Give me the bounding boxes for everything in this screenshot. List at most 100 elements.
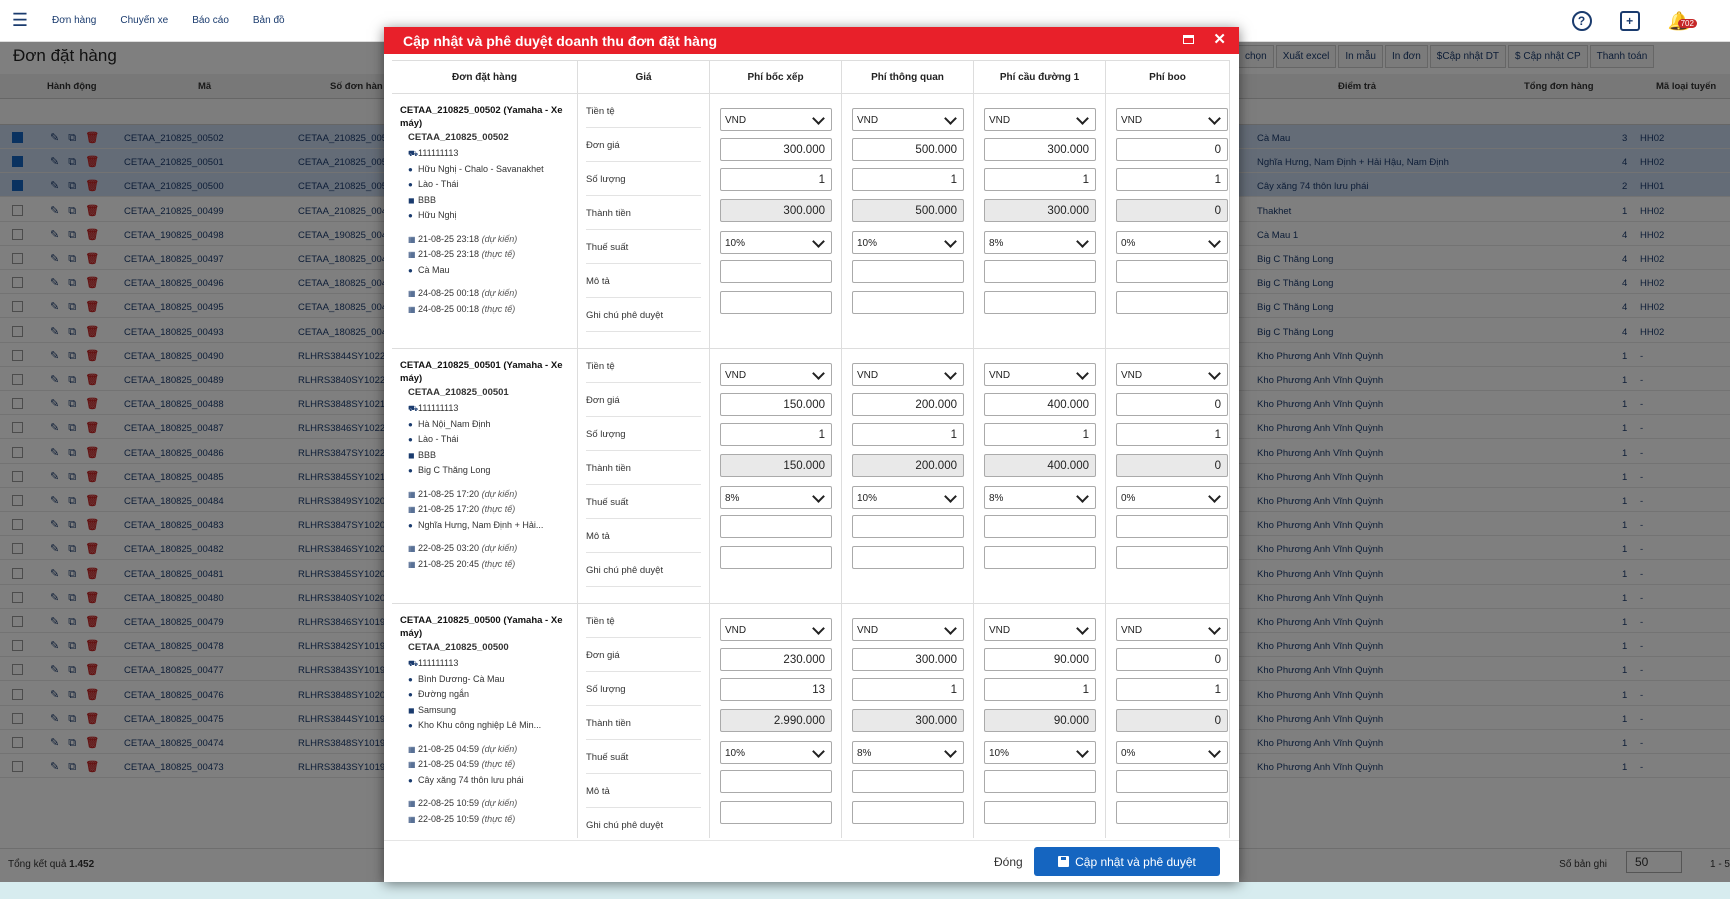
quantity-input[interactable]: 1 — [720, 423, 832, 446]
order-info-line: ◼ Samsung — [400, 703, 571, 719]
quantity-input[interactable]: 1 — [1116, 678, 1228, 701]
quantity-input[interactable]: 1 — [984, 423, 1096, 446]
nav-item[interactable]: Bản đồ — [253, 15, 285, 26]
description-input[interactable] — [720, 260, 832, 283]
tax-select[interactable]: 10% — [852, 231, 964, 254]
unit-price-input[interactable]: 200.000 — [852, 393, 964, 416]
approval-note-input[interactable] — [720, 546, 832, 569]
row-labels: Tiền tệ Đơn giá Số lượng Thành tiền Thuế suấ… — [578, 349, 710, 604]
approval-note-input[interactable] — [852, 291, 964, 314]
info-icon: ⛟ — [408, 149, 419, 158]
notification-icon[interactable]: 🔔702 — [1668, 11, 1697, 32]
place-text: Nghĩa Hưng, Nam Định + Hải... — [418, 519, 544, 530]
currency-select[interactable]: VND — [984, 108, 1096, 131]
nav-item[interactable]: Chuyến xe — [120, 15, 168, 26]
menu-icon[interactable]: ☰ — [0, 10, 40, 31]
calendar-icon: ▦ — [408, 744, 416, 754]
quantity-input[interactable]: 1 — [1116, 423, 1228, 446]
close-button[interactable]: Đóng — [994, 855, 1023, 869]
info-icon: ● — [408, 690, 413, 699]
description-input[interactable] — [852, 260, 964, 283]
currency-select[interactable]: VND — [720, 618, 832, 641]
quantity-input[interactable]: 1 — [852, 423, 964, 446]
unit-price-input[interactable]: 0 — [1116, 648, 1228, 671]
approval-note-input[interactable] — [1116, 801, 1228, 824]
approval-note-input[interactable] — [984, 801, 1096, 824]
time-line: ▦ 24-08-25 00:18 (thực tế) — [400, 302, 571, 318]
description-input[interactable] — [984, 770, 1096, 793]
tax-select[interactable]: 10% — [852, 486, 964, 509]
unit-price-input[interactable]: 300.000 — [984, 138, 1096, 161]
tax-select[interactable]: 10% — [720, 741, 832, 764]
calendar-icon: ▦ — [408, 304, 416, 314]
currency-select[interactable]: VND — [984, 618, 1096, 641]
tax-select[interactable]: 8% — [984, 231, 1096, 254]
save-icon — [1058, 856, 1070, 867]
info-text: 111111113 — [418, 148, 459, 158]
approval-note-input[interactable] — [984, 291, 1096, 314]
update-approve-button[interactable]: Cập nhật và phê duyệt — [1034, 847, 1220, 876]
currency-select[interactable]: VND — [852, 363, 964, 386]
maximize-icon[interactable] — [1183, 35, 1194, 44]
unit-price-input[interactable]: 300.000 — [852, 648, 964, 671]
currency-select[interactable]: VND — [984, 363, 1096, 386]
time-kind: (thực tế) — [481, 813, 516, 824]
approval-note-input[interactable] — [984, 546, 1096, 569]
description-input[interactable] — [852, 770, 964, 793]
description-input[interactable] — [1116, 770, 1228, 793]
currency-select[interactable]: VND — [852, 618, 964, 641]
description-input[interactable] — [1116, 515, 1228, 538]
unit-price-input[interactable]: 90.000 — [984, 648, 1096, 671]
order-title: CETAA_210825_00502 (Yamaha - Xe máy) — [400, 105, 563, 129]
description-input[interactable] — [720, 515, 832, 538]
time-value: 21-08-25 17:20 — [418, 504, 480, 514]
currency-select[interactable]: VND — [720, 363, 832, 386]
close-icon[interactable]: ✕ — [1213, 30, 1226, 48]
approval-note-input[interactable] — [1116, 291, 1228, 314]
approval-note-input[interactable] — [852, 546, 964, 569]
tax-select[interactable]: 0% — [1116, 486, 1228, 509]
approval-note-input[interactable] — [852, 801, 964, 824]
approval-note-input[interactable] — [720, 291, 832, 314]
fee-column: VND 400.000 1 400.000 8% — [974, 349, 1106, 604]
currency-select[interactable]: VND — [1116, 108, 1228, 131]
quantity-input[interactable]: 1 — [984, 168, 1096, 191]
currency-select[interactable]: VND — [720, 108, 832, 131]
description-input[interactable] — [984, 260, 1096, 283]
description-input[interactable] — [984, 515, 1096, 538]
tax-select[interactable]: 8% — [984, 486, 1096, 509]
help-icon[interactable]: ? — [1571, 11, 1592, 31]
quantity-input[interactable]: 1 — [1116, 168, 1228, 191]
unit-price-input[interactable]: 500.000 — [852, 138, 964, 161]
quantity-input[interactable]: 1 — [720, 168, 832, 191]
tax-select[interactable]: 0% — [1116, 231, 1228, 254]
quantity-input[interactable]: 13 — [720, 678, 832, 701]
approval-note-input[interactable] — [1116, 546, 1228, 569]
tax-select[interactable]: 8% — [720, 486, 832, 509]
unit-price-input[interactable]: 150.000 — [720, 393, 832, 416]
currency-select[interactable]: VND — [852, 108, 964, 131]
unit-price-input[interactable]: 300.000 — [720, 138, 832, 161]
add-icon[interactable]: + — [1619, 11, 1640, 31]
currency-select[interactable]: VND — [1116, 363, 1228, 386]
quantity-input[interactable]: 1 — [852, 678, 964, 701]
tax-select[interactable]: 8% — [852, 741, 964, 764]
nav-item[interactable]: Đơn hàng — [52, 15, 96, 26]
description-input[interactable] — [1116, 260, 1228, 283]
currency-select[interactable]: VND — [1116, 618, 1228, 641]
tax-select[interactable]: 10% — [720, 231, 832, 254]
unit-price-input[interactable]: 0 — [1116, 138, 1228, 161]
approval-note-input[interactable] — [720, 801, 832, 824]
unit-price-input[interactable]: 230.000 — [720, 648, 832, 671]
nav-item[interactable]: Báo cáo — [192, 15, 229, 26]
quantity-input[interactable]: 1 — [984, 678, 1096, 701]
tax-select[interactable]: 0% — [1116, 741, 1228, 764]
quantity-input[interactable]: 1 — [852, 168, 964, 191]
info-text: Lào - Thái — [418, 179, 459, 189]
unit-price-input[interactable]: 400.000 — [984, 393, 1096, 416]
description-input[interactable] — [720, 770, 832, 793]
unit-price-input[interactable]: 0 — [1116, 393, 1228, 416]
tax-select[interactable]: 10% — [984, 741, 1096, 764]
description-input[interactable] — [852, 515, 964, 538]
